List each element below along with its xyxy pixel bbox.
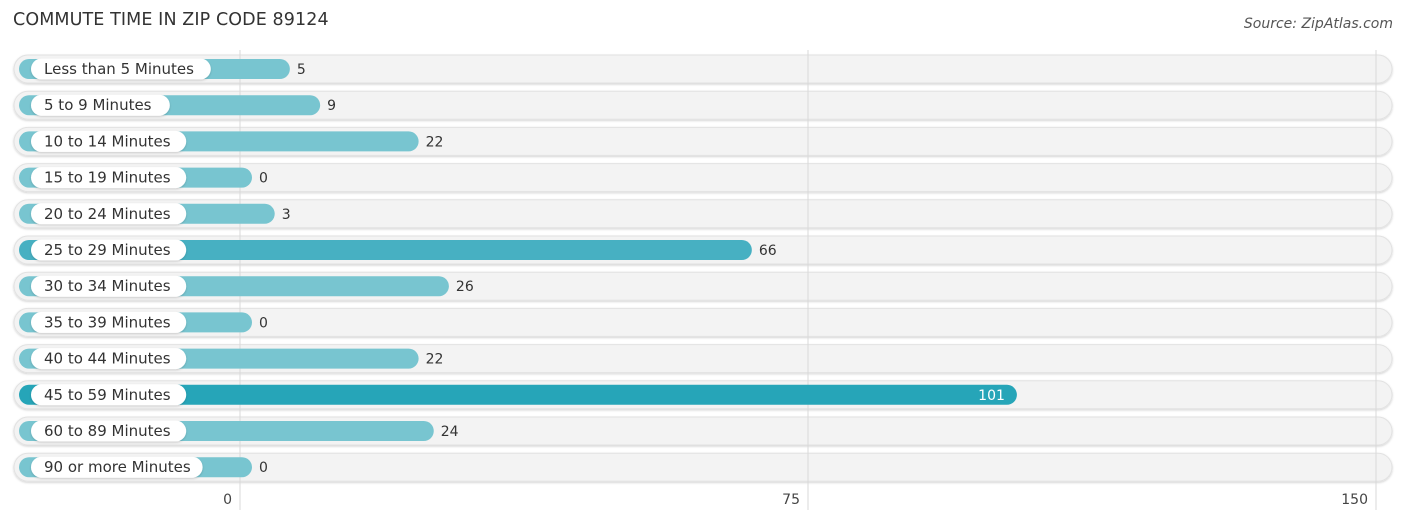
category-label: 60 to 89 Minutes [44,422,171,440]
value-label: 9 [327,98,336,114]
value-label: 5 [297,62,306,78]
category-label: 30 to 34 Minutes [44,277,171,295]
value-label: 101 [978,388,1005,404]
value-label: 0 [259,171,268,187]
bar-row: 90 or more Minutes 0 [19,456,268,478]
category-label: 10 to 14 Minutes [44,132,171,150]
bars: Less than 5 Minutes 5 5 to 9 Minutes 9 10 to… [19,58,1017,478]
row-tracks [13,54,1393,482]
bar-row: 45 to 59 Minutes 101 [19,384,1017,406]
bar-row: 15 to 19 Minutes 0 [19,167,268,189]
bar-row: 40 to 44 Minutes 22 [19,348,444,370]
bar-row: 10 to 14 Minutes 22 [19,130,444,152]
bar-row: 30 to 34 Minutes 26 [19,275,474,297]
x-tick-label: 0 [223,492,232,508]
bar-row: 25 to 29 Minutes 66 [19,239,777,261]
value-label: 0 [259,460,268,476]
value-label: 22 [426,352,444,368]
category-label: 90 or more Minutes [44,458,191,476]
value-label: 22 [426,134,444,150]
category-label: 5 to 9 Minutes [44,96,152,114]
x-tick-label: 150 [1341,492,1368,508]
category-label: Less than 5 Minutes [44,60,194,78]
category-label: 45 to 59 Minutes [44,386,171,404]
x-axis-ticks: 0 75 150 [223,492,1368,508]
value-label: 66 [759,243,777,259]
value-label: 0 [259,315,268,331]
bar-row: 35 to 39 Minutes 0 [19,311,268,333]
category-label: 15 to 19 Minutes [44,169,171,187]
value-label: 24 [441,424,459,440]
category-label: 20 to 24 Minutes [44,205,171,223]
category-label: 25 to 29 Minutes [44,241,171,259]
x-tick-label: 75 [782,492,800,508]
bar-row: 20 to 24 Minutes 3 [19,203,291,225]
bar-row: 5 to 9 Minutes 9 [19,94,336,116]
value-label: 26 [456,279,474,295]
bar-chart: Less than 5 Minutes 5 5 to 9 Minutes 9 10 to… [13,50,1393,510]
category-label: 40 to 44 Minutes [44,350,171,368]
category-label: 35 to 39 Minutes [44,313,171,331]
bar-row: Less than 5 Minutes 5 [19,58,306,80]
bar-row: 60 to 89 Minutes 24 [19,420,459,442]
value-label: 3 [282,207,291,223]
